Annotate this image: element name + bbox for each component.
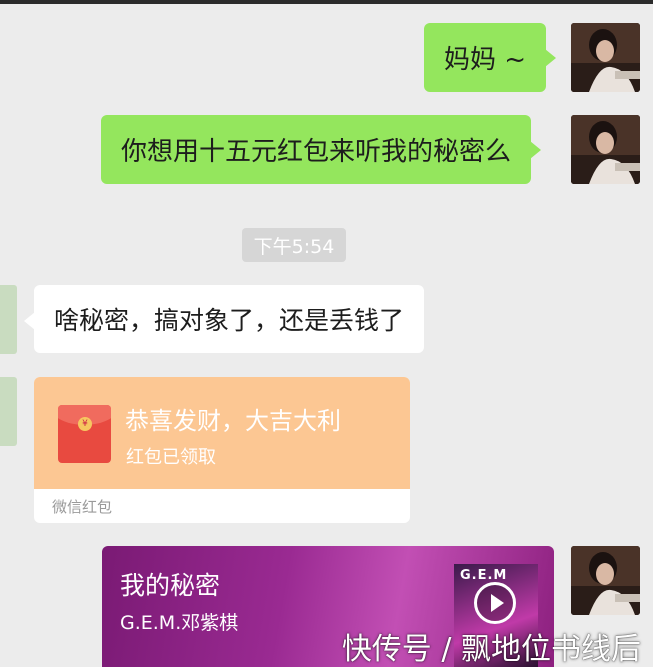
song-title: 我的秘密 bbox=[120, 571, 221, 600]
red-packet-card[interactable]: ¥ 恭喜发财，大吉大利 红包已领取 微信红包 bbox=[34, 377, 410, 523]
avatar-image bbox=[571, 115, 640, 184]
avatar-image bbox=[571, 23, 640, 92]
play-icon[interactable] bbox=[474, 582, 516, 624]
message-timestamp: 下午5:54 bbox=[242, 228, 346, 262]
my-avatar[interactable] bbox=[571, 23, 640, 92]
coin-icon: ¥ bbox=[78, 417, 92, 431]
sent-message-bubble[interactable]: 妈妈 ~ bbox=[424, 23, 557, 92]
my-avatar[interactable] bbox=[571, 546, 640, 615]
contact-avatar[interactable] bbox=[0, 377, 17, 446]
watermark-text: 快传号 / 飘地位书线后 bbox=[341, 632, 641, 667]
red-packet-footer: 微信红包 bbox=[52, 498, 113, 516]
message-text: 啥秘密，搞对象了，还是丢钱了 bbox=[54, 306, 405, 335]
song-artist: G.E.M.邓紫棋 bbox=[120, 612, 239, 634]
top-edge bbox=[0, 0, 653, 4]
message-text: 妈妈 ~ bbox=[444, 45, 527, 75]
contact-avatar[interactable] bbox=[0, 285, 17, 354]
red-envelope-icon: ¥ bbox=[58, 405, 111, 463]
avatar-image bbox=[571, 546, 640, 615]
album-logo: G.E.M bbox=[460, 568, 508, 583]
red-packet-title: 恭喜发财，大吉大利 bbox=[125, 407, 341, 435]
received-message-bubble[interactable]: 啥秘密，搞对象了，还是丢钱了 bbox=[23, 285, 425, 353]
message-text: 你想用十五元红包来听我的秘密么 bbox=[121, 137, 512, 167]
sent-message-bubble[interactable]: 你想用十五元红包来听我的秘密么 bbox=[101, 115, 542, 184]
red-packet-status: 红包已领取 bbox=[126, 447, 216, 468]
my-avatar[interactable] bbox=[571, 115, 640, 184]
